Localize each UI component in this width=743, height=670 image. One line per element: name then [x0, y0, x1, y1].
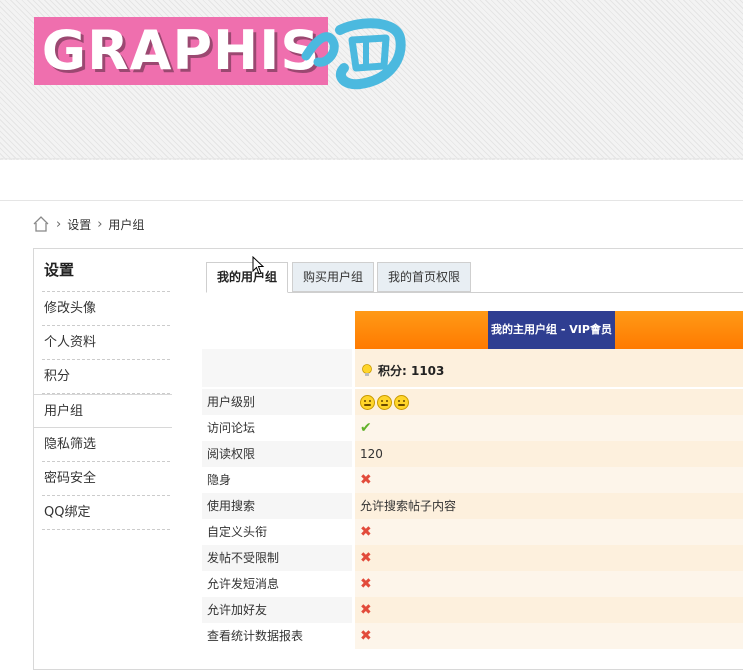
logo-text: GRAPHIS — [41, 19, 321, 82]
sidebar-title: 设置 — [44, 261, 75, 279]
row-value-text: 120 — [360, 447, 383, 461]
sidebar-item-privacy[interactable]: 隐私筛选 — [42, 428, 170, 462]
cross-icon: ✖ — [360, 576, 372, 592]
sidebar-item-usergroup[interactable]: 用户组 — [34, 394, 172, 428]
cross-icon: ✖ — [360, 472, 372, 488]
cross-icon: ✖ — [360, 550, 372, 566]
tab-my-usergroup[interactable]: 我的用户组 — [206, 262, 289, 293]
row-value — [355, 389, 743, 415]
row-label: 自定义头衔 — [202, 519, 352, 545]
smiley-icon — [360, 395, 375, 410]
header-divider — [0, 200, 743, 201]
breadcrumb-separator: › — [56, 216, 62, 232]
mouse-cursor-icon — [252, 256, 265, 275]
row-value: 允许搜索帖子内容 — [355, 493, 743, 519]
header-edge — [0, 158, 743, 162]
row-label: 查看统计数据报表 — [202, 623, 352, 649]
smiley-icon — [394, 395, 409, 410]
cross-icon: ✖ — [360, 628, 372, 644]
cross-icon: ✖ — [360, 524, 372, 540]
sidebar-item-qq[interactable]: QQ绑定 — [42, 496, 170, 530]
row-value: ✖ — [355, 545, 743, 571]
breadcrumb-item-usergroup[interactable]: 用户组 — [108, 216, 144, 233]
row-value: ✖ — [355, 597, 743, 623]
tab-buy-usergroup[interactable]: 购买用户组 — [292, 262, 375, 292]
row-label: 阅读权限 — [202, 441, 352, 467]
smiley-icon — [377, 395, 392, 410]
breadcrumb: › 设置 › 用户组 — [32, 214, 144, 234]
breadcrumb-item-settings[interactable]: 设置 — [67, 216, 91, 233]
row-value: ✖ — [355, 519, 743, 545]
row-value: ✔ — [355, 415, 743, 441]
row-label: 发帖不受限制 — [202, 545, 352, 571]
row-label: 使用搜索 — [202, 493, 352, 519]
sidebar-item-avatar[interactable]: 修改头像 — [42, 292, 170, 326]
check-icon: ✔ — [360, 420, 372, 436]
logo-ba-glyph — [301, 18, 406, 90]
site-logo[interactable]: GRAPHIS — [34, 17, 328, 85]
sidebar-item-credits[interactable]: 积分 — [42, 360, 170, 394]
points-text: 积分: 1103 — [378, 364, 445, 378]
lightbulb-icon — [362, 364, 372, 376]
breadcrumb-separator: › — [97, 216, 103, 232]
sidebar-item-password[interactable]: 密码安全 — [42, 462, 170, 496]
row-label: 访问论坛 — [202, 415, 352, 441]
row-value: ✖ — [355, 623, 743, 649]
tab-homepage-permissions[interactable]: 我的首页权限 — [377, 262, 472, 292]
sidebar-item-profile[interactable]: 个人资料 — [42, 326, 170, 360]
row-value: ✖ — [355, 571, 743, 597]
home-icon[interactable] — [32, 215, 50, 233]
row-value: 120 — [355, 441, 743, 467]
row-label: 允许加好友 — [202, 597, 352, 623]
row-label: 用户级别 — [202, 389, 352, 415]
row-label: 隐身 — [202, 467, 352, 493]
row-value: ✖ — [355, 467, 743, 493]
points-label-cell — [202, 349, 352, 387]
row-value-text: 允许搜索帖子内容 — [360, 499, 457, 513]
group-header-label: 我的主用户组 - VIP會员 — [488, 311, 615, 349]
cross-icon: ✖ — [360, 602, 372, 618]
row-label: 允许发短消息 — [202, 571, 352, 597]
